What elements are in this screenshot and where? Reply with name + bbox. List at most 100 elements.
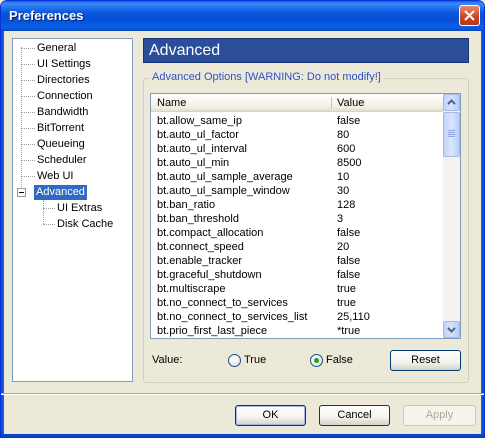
grip-line [448, 136, 455, 137]
window-title: Preferences [9, 8, 84, 23]
scroll-down-button[interactable] [443, 321, 460, 338]
tree-line [21, 160, 35, 161]
table-row[interactable]: bt.auto_ul_interval 600 [151, 142, 443, 156]
ok-button[interactable]: OK [235, 405, 306, 426]
category-tree[interactable]: General UI Settings Directories Connecti… [12, 38, 133, 382]
tree-item-ui-settings[interactable]: UI Settings [35, 57, 93, 72]
option-name: bt.ban_ratio [157, 199, 216, 211]
option-value: true [337, 283, 356, 295]
option-name: bt.auto_ul_factor [157, 129, 239, 141]
table-row[interactable]: bt.no_connect_to_services true [151, 296, 443, 310]
advanced-options-list[interactable]: Name Value bt.allow_same_ip false bt.auto_… [150, 93, 461, 339]
chevron-down-icon [447, 327, 456, 333]
tree-line [21, 64, 35, 65]
table-row[interactable]: bt.multiscrape true [151, 282, 443, 296]
table-row[interactable]: bt.graceful_shutdown false [151, 268, 443, 282]
true-radio[interactable] [228, 354, 241, 367]
cancel-button[interactable]: Cancel [319, 405, 390, 426]
option-value: 10 [337, 171, 350, 183]
tree-item-bandwidth[interactable]: Bandwidth [35, 105, 90, 120]
tree-line [21, 47, 22, 191]
option-value: 20 [337, 241, 350, 253]
option-name: bt.auto_ul_min [157, 157, 230, 169]
table-row[interactable]: bt.auto_ul_min 8500 [151, 156, 443, 170]
option-value: false [337, 115, 361, 127]
table-row[interactable]: bt.no_connect_to_services_list 25,110 [151, 310, 443, 324]
option-value: 80 [337, 129, 350, 141]
option-value: true [337, 297, 356, 309]
tree-line [43, 224, 55, 225]
true-radio-label[interactable]: True [244, 354, 266, 366]
close-button[interactable] [459, 5, 480, 26]
list-header: Name Value [151, 94, 443, 112]
tree-item-bittorrent[interactable]: BitTorrent [35, 121, 86, 136]
tree-item-queueing[interactable]: Queueing [35, 137, 87, 152]
option-name: bt.prio_first_last_piece [157, 325, 268, 337]
dialog-separator [1, 393, 484, 395]
table-row[interactable]: bt.auto_ul_factor 80 [151, 128, 443, 142]
column-header-value[interactable]: Value [331, 94, 441, 112]
window-frame-left [1, 31, 4, 437]
tree-line [21, 144, 35, 145]
option-value: 30 [337, 185, 350, 197]
list-rows: bt.allow_same_ip false bt.auto_ul_factor 80… [151, 114, 443, 338]
option-name: bt.multiscrape [157, 283, 226, 295]
tree-item-general[interactable]: General [35, 41, 78, 56]
table-row[interactable]: bt.auto_ul_sample_window 30 [151, 184, 443, 198]
radio-selected-dot [314, 358, 319, 363]
value-label: Value: [152, 354, 183, 366]
section-header: Advanced [143, 38, 469, 63]
option-value: false [337, 255, 361, 267]
tree-item-scheduler[interactable]: Scheduler [35, 153, 89, 168]
option-name: bt.auto_ul_sample_window [157, 185, 290, 197]
tree-item-ui-extras[interactable]: UI Extras [55, 201, 104, 216]
vertical-scrollbar[interactable] [443, 94, 460, 338]
tree-item-disk-cache[interactable]: Disk Cache [55, 217, 115, 232]
window-frame-right [481, 31, 484, 437]
tree-line [21, 128, 35, 129]
tree-line [21, 48, 35, 49]
false-radio-label[interactable]: False [326, 354, 353, 366]
option-name: bt.no_connect_to_services [157, 297, 288, 309]
option-value: *true [337, 325, 361, 337]
option-name: bt.connect_speed [157, 241, 244, 253]
tree-item-connection[interactable]: Connection [35, 89, 95, 104]
tree-item-directories[interactable]: Directories [35, 73, 92, 88]
false-radio[interactable] [310, 354, 323, 367]
option-name: bt.enable_tracker [157, 255, 242, 267]
option-value: 128 [337, 199, 356, 211]
tree-line [21, 96, 35, 97]
option-name: bt.graceful_shutdown [157, 269, 262, 281]
option-value: 8500 [337, 157, 362, 169]
table-row[interactable]: bt.compact_allocation false [151, 226, 443, 240]
scroll-up-button[interactable] [443, 94, 460, 111]
option-value: false [337, 227, 361, 239]
preferences-window: Preferences General UI Settings Director… [0, 0, 485, 438]
column-header-name[interactable]: Name [151, 94, 331, 112]
tree-item-advanced[interactable]: Advanced [34, 185, 87, 200]
table-row[interactable]: bt.prio_first_last_piece *true [151, 324, 443, 338]
close-icon [464, 10, 475, 21]
option-value: false [337, 269, 361, 281]
table-row[interactable]: bt.enable_tracker false [151, 254, 443, 268]
tree-line [43, 208, 55, 209]
option-name: bt.allow_same_ip [157, 115, 242, 127]
apply-button[interactable]: Apply [403, 405, 476, 426]
table-row[interactable]: bt.auto_ul_sample_average 10 [151, 170, 443, 184]
scroll-thumb[interactable] [443, 112, 460, 157]
option-name: bt.compact_allocation [157, 227, 264, 239]
table-row[interactable]: bt.allow_same_ip false [151, 114, 443, 128]
option-value: 25,110 [337, 311, 370, 323]
table-row[interactable]: bt.ban_threshold 3 [151, 212, 443, 226]
grip-line [448, 130, 455, 131]
collapse-icon[interactable] [17, 188, 26, 197]
tree-item-web-ui[interactable]: Web UI [35, 169, 75, 184]
table-row[interactable]: bt.ban_ratio 128 [151, 198, 443, 212]
option-value: 3 [337, 213, 344, 225]
reset-button[interactable]: Reset [390, 350, 461, 371]
table-row[interactable]: bt.connect_speed 20 [151, 240, 443, 254]
group-legend: Advanced Options [WARNING: Do not modify… [149, 71, 384, 83]
tree-line [43, 200, 44, 224]
title-bar[interactable]: Preferences [1, 1, 484, 31]
tree-line [21, 112, 35, 113]
